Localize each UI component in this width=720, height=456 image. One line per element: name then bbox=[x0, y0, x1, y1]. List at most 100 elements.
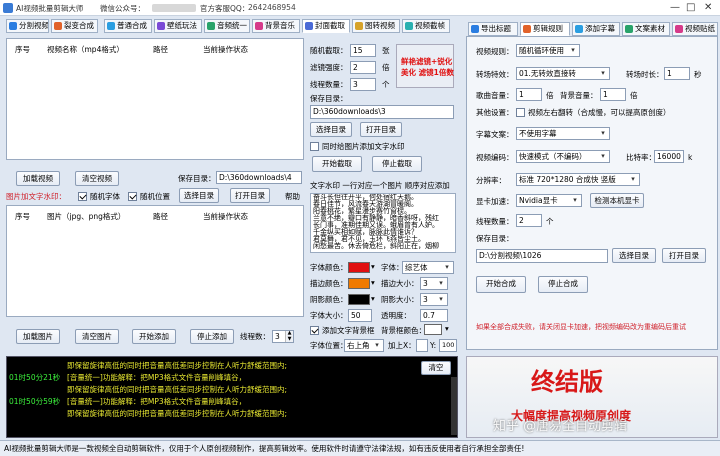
image-open-dir-button[interactable]: 打开目录 bbox=[230, 188, 270, 203]
rules-open-dir-button[interactable]: 打开目录 bbox=[662, 248, 706, 263]
merge-icon bbox=[107, 22, 115, 30]
stop-merge-button[interactable]: 停止合成 bbox=[538, 276, 588, 293]
tab-frame-capture[interactable]: 视频截帧 bbox=[402, 19, 450, 33]
tab-add-subtitle[interactable]: 添加字幕 bbox=[572, 22, 620, 36]
font-position-select[interactable]: 右上角 ▾ bbox=[344, 339, 384, 352]
tab-fission-merge[interactable]: 裂变合成 bbox=[51, 19, 98, 33]
clear-video-button[interactable]: 清空视频 bbox=[75, 171, 119, 186]
random-font-checkbox[interactable] bbox=[78, 192, 87, 201]
encode-select[interactable]: 快速模式（不编码） ▾ bbox=[516, 150, 610, 163]
chevron-down-icon: ▾ bbox=[439, 295, 443, 303]
log-scrollbar[interactable] bbox=[451, 377, 457, 435]
stepper-arrows-icon[interactable]: ▲ ▼ bbox=[285, 330, 293, 342]
clear-image-button[interactable]: 清空图片 bbox=[75, 329, 119, 344]
random-position-checkbox[interactable] bbox=[128, 192, 137, 201]
rules-threads-unit: 个 bbox=[546, 217, 554, 226]
font-size-input[interactable]: 50 bbox=[348, 309, 372, 322]
shadow-color-swatch[interactable] bbox=[348, 294, 370, 305]
tab-image-to-video[interactable]: 图转视频 bbox=[352, 19, 400, 33]
rules-save-label: 保存目录： bbox=[476, 234, 514, 243]
image-list[interactable]: 序号 图片（jpg、png格式） 路径 当前操作状态 bbox=[6, 205, 304, 317]
window-title: AI视频批量剪辑大师 bbox=[16, 4, 84, 13]
tab-wallpaper[interactable]: 壁纸玩法 bbox=[154, 19, 202, 33]
capture-threads-stepper[interactable]: 3 bbox=[350, 78, 376, 91]
minimize-icon[interactable]: — bbox=[670, 2, 680, 13]
close-icon[interactable]: ✕ bbox=[704, 2, 712, 13]
tab-edit-rules[interactable]: 剪辑规则 bbox=[520, 22, 570, 36]
video-list[interactable]: 序号 视频名称（mp4格式） 路径 当前操作状态 bbox=[6, 38, 304, 160]
bg-volume-stepper[interactable]: 1 bbox=[600, 88, 626, 101]
random-capture-stepper[interactable]: 15 bbox=[350, 44, 376, 57]
song-volume-stepper[interactable]: 1 bbox=[516, 88, 542, 101]
tab-export-title[interactable]: 导出标题 bbox=[468, 22, 518, 36]
tab-cover-capture[interactable]: 封面截取 bbox=[302, 19, 350, 33]
capture-select-dir-button[interactable]: 选择目录 bbox=[310, 122, 352, 137]
y-label: Y: bbox=[430, 341, 437, 350]
subtitle-select[interactable]: 不使用字幕 ▾ bbox=[516, 127, 610, 140]
tab-normal-merge[interactable]: 普通合成 bbox=[104, 19, 152, 33]
random-capture-unit: 张 bbox=[382, 46, 390, 55]
image-threads-stepper[interactable]: 3 ▲ ▼ bbox=[272, 330, 294, 343]
flip-label: 视频左右翻转（合成慢，可以提高原创度） bbox=[528, 108, 671, 117]
stroke-color-label: 描边颜色： bbox=[310, 279, 348, 288]
load-image-button[interactable]: 加载图片 bbox=[16, 329, 60, 344]
tab-bg-music[interactable]: 背景音乐 bbox=[252, 19, 300, 33]
flip-checkbox[interactable] bbox=[516, 108, 525, 117]
stroke-size-select[interactable]: 3 ▾ bbox=[420, 277, 448, 290]
stop-add-button[interactable]: 停止添加 bbox=[190, 329, 234, 344]
bg-volume-label: 背景音量： bbox=[560, 91, 598, 100]
transparency-stepper[interactable]: 0.7 bbox=[420, 309, 448, 322]
start-merge-button[interactable]: 开始合成 bbox=[476, 276, 526, 293]
text-watermark-textarea[interactable]: 奋斗长但往开平，何处宿红天鹅。 春日佳节，风流春天游湖冒暖阁。 阳春桃花，繁星漫… bbox=[310, 193, 456, 253]
stroke-color-swatch[interactable] bbox=[348, 278, 370, 289]
start-capture-button[interactable]: 开始截取 bbox=[312, 156, 362, 172]
filter-strength-stepper[interactable]: 2 bbox=[350, 61, 376, 74]
log-line: 即保留旋律高低的同时把音量高低差同步控制在人听力舒缓范围内; bbox=[67, 361, 288, 370]
shadow-size-label: 阴影大小： bbox=[381, 295, 419, 304]
log-console[interactable]: 即保留旋律高低的同时把音量高低差同步控制在人听力舒缓范围内; 01时50分21秒… bbox=[6, 356, 458, 438]
maximize-icon[interactable]: □ bbox=[686, 2, 695, 13]
resolution-select[interactable]: 标准 720*1280 合成快 竖版 ▾ bbox=[516, 173, 640, 186]
capture-threads-label: 线程数量： bbox=[310, 80, 348, 89]
rules-save-input[interactable]: D:\分割视频\1026 bbox=[476, 249, 608, 263]
start-add-button[interactable]: 开始添加 bbox=[132, 329, 176, 344]
font-position-label: 字体位置： bbox=[310, 341, 348, 350]
tab-split-video[interactable]: 分割视频 bbox=[6, 19, 49, 33]
rules-select-dir-button[interactable]: 选择目录 bbox=[612, 248, 656, 263]
y-offset-input[interactable]: 100 bbox=[439, 339, 457, 352]
gpu-select[interactable]: Nvidia显卡 ▾ bbox=[516, 194, 582, 207]
bitrate-input[interactable]: 16000 bbox=[654, 150, 684, 163]
random-capture-label: 随机截取： bbox=[310, 46, 348, 55]
tab-copy-material[interactable]: 文案素材 bbox=[622, 22, 670, 36]
capture-save-input[interactable]: D:\360downloads\3 bbox=[310, 105, 454, 119]
tab-video-sticker[interactable]: 视频贴纸 bbox=[672, 22, 718, 36]
rules-threads-stepper[interactable]: 2 bbox=[516, 214, 542, 227]
preview-text-2: 美化 滤镜1倍数 bbox=[401, 68, 454, 77]
column-header-path: 路径 bbox=[153, 45, 168, 54]
video-rule-select[interactable]: 随机循环使用 ▾ bbox=[516, 44, 580, 57]
capture-open-dir-button[interactable]: 打开目录 bbox=[360, 122, 402, 137]
add-bg-checkbox[interactable] bbox=[310, 326, 319, 335]
subtitle-icon bbox=[575, 25, 583, 33]
video-save-dir-input[interactable]: D:\360downloads\4 bbox=[216, 171, 302, 184]
dropdown-arrow-icon[interactable]: ▾ bbox=[371, 294, 375, 304]
sync-watermark-checkbox[interactable] bbox=[310, 142, 319, 151]
x-offset-input[interactable] bbox=[416, 339, 428, 352]
dropdown-arrow-icon[interactable]: ▾ bbox=[371, 278, 375, 288]
stop-capture-button[interactable]: 停止截取 bbox=[372, 156, 422, 172]
image-select-dir-button[interactable]: 选择目录 bbox=[179, 188, 219, 203]
detect-gpu-button[interactable]: 检测本机显卡 bbox=[590, 193, 644, 208]
bg-color-swatch[interactable] bbox=[424, 324, 442, 335]
chevron-down-icon: ▾ bbox=[571, 46, 575, 54]
transition-duration-stepper[interactable]: 1 bbox=[664, 67, 690, 80]
transition-select[interactable]: 01.无转效直接转 ▾ bbox=[516, 67, 610, 80]
shadow-size-select[interactable]: 3 ▾ bbox=[420, 293, 448, 306]
font-color-swatch[interactable] bbox=[348, 262, 370, 273]
dropdown-arrow-icon[interactable]: ▾ bbox=[371, 262, 375, 272]
dropdown-arrow-icon[interactable]: ▾ bbox=[445, 324, 449, 334]
help-link[interactable]: 帮助 bbox=[285, 192, 300, 202]
tab-audio-unify[interactable]: 音频统一 bbox=[204, 19, 250, 33]
load-video-button[interactable]: 加载视频 bbox=[16, 171, 60, 186]
font-select[interactable]: 综艺体 ▾ bbox=[402, 261, 454, 274]
clear-log-button[interactable]: 清空 bbox=[421, 361, 451, 375]
